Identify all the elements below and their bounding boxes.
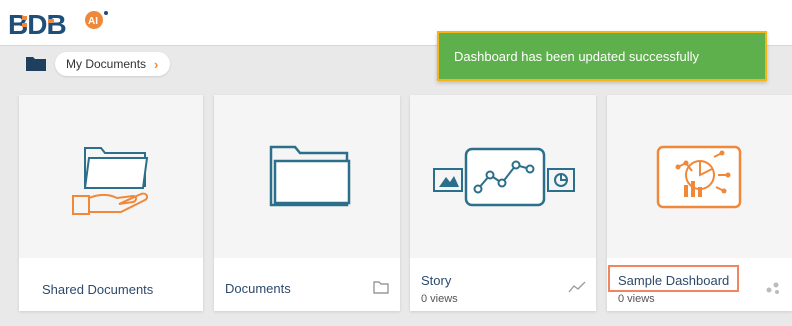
line-chart-icon <box>568 281 586 293</box>
card-views: 0 views <box>421 293 458 305</box>
story-illustration-icon <box>433 147 575 207</box>
card-views: 0 views <box>618 293 655 305</box>
success-toast: Dashboard has been updated successfully <box>437 31 767 81</box>
card-thumbnail <box>607 95 792 258</box>
card-story[interactable]: Story 0 views <box>410 95 596 311</box>
card-shared-documents[interactable]: Shared Documents <box>19 95 203 311</box>
breadcrumb[interactable]: My Documents › <box>55 52 171 76</box>
card-title[interactable]: Story <box>421 273 451 288</box>
dashboard-analytics-icon <box>656 145 742 209</box>
card-thumbnail <box>214 95 400 258</box>
card-documents[interactable]: Documents <box>214 95 400 311</box>
folder-outline-icon <box>373 281 389 294</box>
card-thumbnail <box>410 95 596 258</box>
share-network-icon <box>766 282 779 294</box>
chevron-right-icon: › <box>154 56 159 72</box>
shared-folder-hand-icon <box>72 147 149 215</box>
bdb-logo[interactable]: BDB AI <box>6 6 116 42</box>
card-title[interactable]: Documents <box>225 281 291 296</box>
breadcrumb-label: My Documents <box>66 57 147 71</box>
svg-text:BDB: BDB <box>8 9 66 40</box>
card-thumbnail <box>19 95 203 258</box>
svg-text:AI: AI <box>88 16 98 27</box>
toast-message: Dashboard has been updated successfully <box>454 48 699 64</box>
folder-icon <box>269 145 351 207</box>
folder-icon[interactable] <box>25 54 47 72</box>
title-highlight-box <box>608 265 739 292</box>
card-title[interactable]: Shared Documents <box>42 282 153 297</box>
